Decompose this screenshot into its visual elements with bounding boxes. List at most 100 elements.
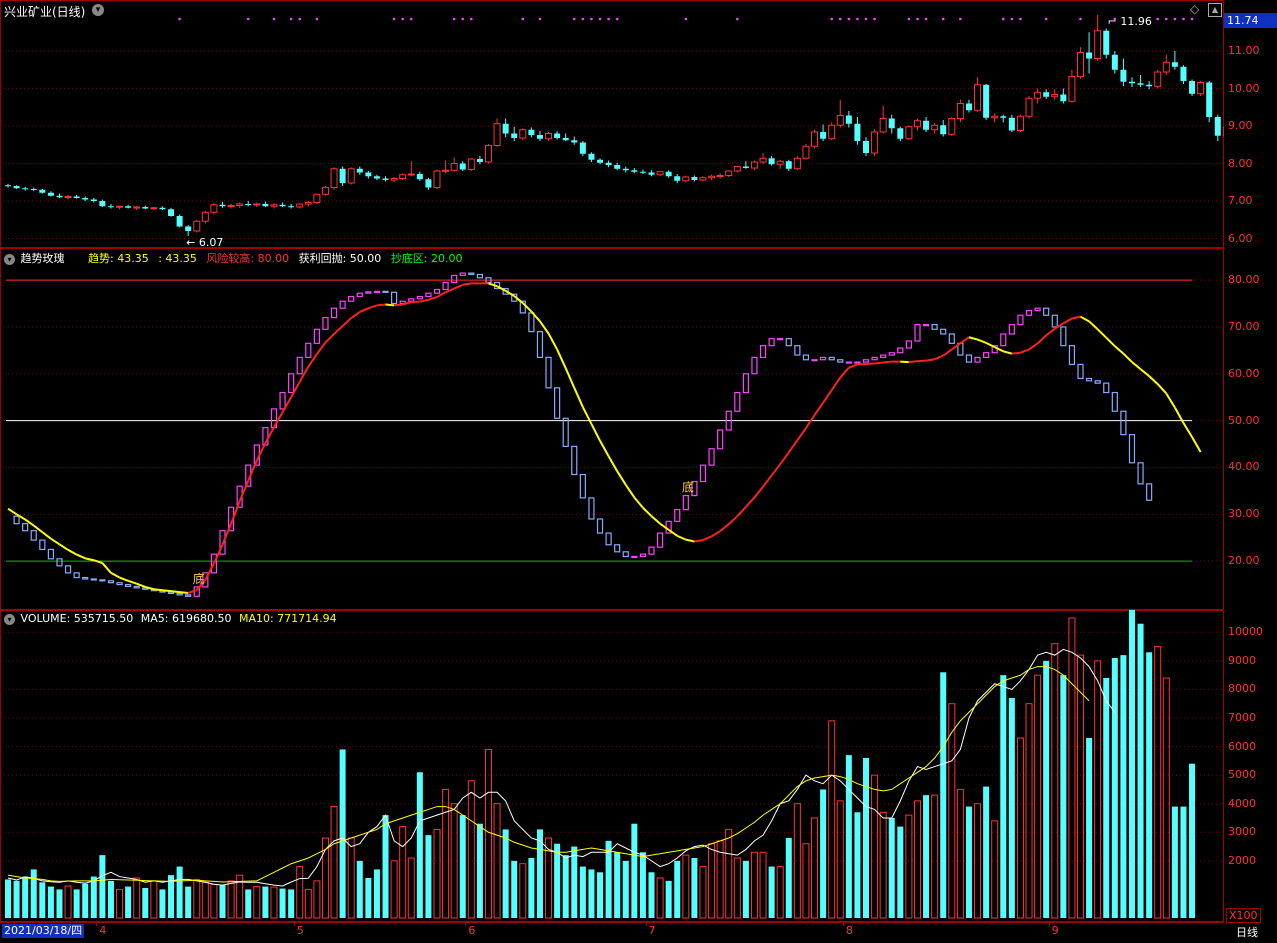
candle-body xyxy=(580,143,586,154)
candle-body xyxy=(1060,95,1066,102)
candle-body xyxy=(674,176,680,181)
candle-body xyxy=(1017,116,1023,130)
month-tick xyxy=(843,922,844,926)
rose-bar xyxy=(572,446,577,474)
candle-body xyxy=(82,198,88,200)
trend-line-segment xyxy=(17,514,26,519)
trend-line-segment xyxy=(386,304,395,305)
trend-line-segment xyxy=(274,412,283,427)
signal-dot xyxy=(290,18,293,21)
volume-bar xyxy=(726,829,732,918)
volume-bar xyxy=(417,772,423,918)
trend-line-segment xyxy=(694,540,703,541)
trend-line-segment xyxy=(952,343,961,349)
trend-line-segment xyxy=(59,544,68,550)
candle-body xyxy=(1120,70,1126,82)
candle-body xyxy=(520,130,526,138)
candle-body xyxy=(631,170,637,172)
candle-body xyxy=(477,159,483,162)
month-label: 5 xyxy=(297,924,304,937)
volume-bar xyxy=(365,878,371,918)
period-button[interactable]: 日线 xyxy=(1236,924,1258,940)
rose-bar xyxy=(23,524,28,531)
volume-bar xyxy=(1026,704,1032,918)
rose-bar xyxy=(752,357,757,373)
trend-line-segment xyxy=(463,283,472,284)
signal-dot xyxy=(599,18,602,21)
volume-bar xyxy=(31,869,37,918)
month-label: 6 xyxy=(468,924,475,937)
trend-line-segment xyxy=(1115,346,1124,353)
signal-dot xyxy=(839,18,842,21)
candle-body xyxy=(305,203,311,205)
trend-line-segment xyxy=(1055,323,1064,329)
volume-bar xyxy=(923,795,929,918)
rose-bar xyxy=(57,559,62,566)
date-axis xyxy=(0,922,1224,943)
volume-bar xyxy=(597,872,603,918)
trend-line-segment xyxy=(720,524,729,531)
candle-body xyxy=(262,204,268,206)
trend-line-segment xyxy=(1158,384,1167,393)
rose-bar xyxy=(297,357,302,373)
candle-body xyxy=(494,124,500,146)
trend-line-segment xyxy=(1029,343,1038,349)
candle-body xyxy=(1043,92,1049,97)
volume-bar xyxy=(1180,807,1186,918)
trend-line-segment xyxy=(223,524,232,545)
volume-tick-label: 10000 xyxy=(1228,625,1263,638)
volume-toggle-icon[interactable]: ▾ xyxy=(4,614,15,625)
volume-bar xyxy=(571,847,577,918)
risk-value: 风险较高: 80.00 xyxy=(206,252,289,265)
trend-line-segment xyxy=(1012,353,1021,354)
volume-bar xyxy=(400,827,406,918)
profit-value: 获利回抛: 50.00 xyxy=(299,252,382,265)
month-tick xyxy=(96,922,97,926)
volume-bar xyxy=(151,881,157,918)
month-label: 7 xyxy=(649,924,656,937)
candle-body xyxy=(880,119,886,133)
trend-line-segment xyxy=(1166,393,1175,407)
volume-bar xyxy=(914,801,920,918)
rose-bar xyxy=(74,573,79,578)
trend-line-segment xyxy=(283,397,292,412)
candle-body xyxy=(837,116,843,126)
rose-bar xyxy=(529,313,534,332)
candle-body xyxy=(48,193,54,196)
candle-body xyxy=(743,167,749,169)
rose-bar xyxy=(924,325,929,326)
volume-bar xyxy=(631,824,637,918)
rose-bar xyxy=(975,357,980,362)
rose-bar xyxy=(409,299,414,301)
signal-dot xyxy=(393,18,396,21)
trend-line-segment xyxy=(626,485,635,498)
signal-dot xyxy=(865,18,868,21)
candle-body xyxy=(820,132,826,139)
rose-bar xyxy=(1121,411,1126,434)
candle-body xyxy=(348,169,354,183)
trend-line-segment xyxy=(754,487,763,498)
candle-body xyxy=(425,179,431,187)
volume-bar xyxy=(262,887,268,918)
trend-line-segment xyxy=(1132,362,1141,369)
rose-bar xyxy=(941,329,946,334)
candle-body xyxy=(1198,83,1204,94)
indicator-tick-label: 30.00 xyxy=(1228,507,1260,520)
candle-body xyxy=(383,179,389,181)
volume-bar xyxy=(1086,738,1092,918)
trend-line-segment xyxy=(549,334,558,350)
candle-body xyxy=(357,169,363,173)
volume-bar xyxy=(468,781,474,918)
candle-body xyxy=(365,173,371,177)
trend-line-segment xyxy=(703,536,712,540)
indicator-toggle-icon[interactable]: ▾ xyxy=(4,254,15,265)
rose-bar xyxy=(718,430,723,449)
volume-bar xyxy=(134,878,140,918)
trend-line-segment xyxy=(883,362,892,363)
signal-dot xyxy=(1079,18,1082,21)
candle-body xyxy=(932,125,938,130)
candle-body xyxy=(1078,53,1084,77)
signal-dot xyxy=(582,18,585,21)
volume-bar xyxy=(640,852,646,918)
rose-bar xyxy=(306,343,311,357)
